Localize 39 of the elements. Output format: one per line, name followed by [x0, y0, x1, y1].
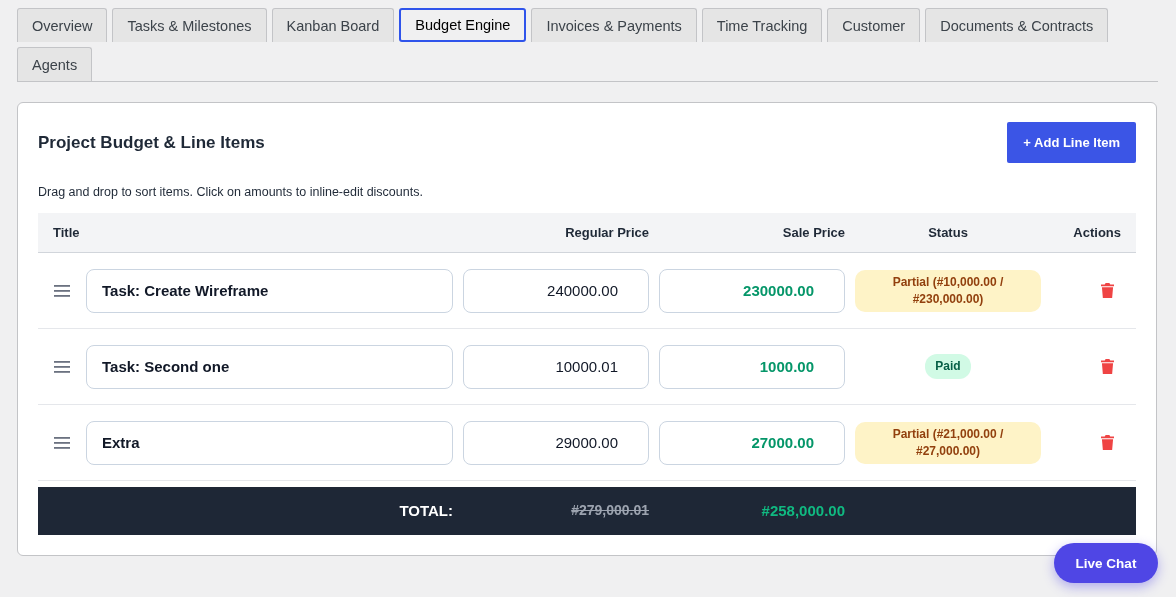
- column-header: Status: [927, 225, 969, 240]
- total-regular-price: #279,000.01: [570, 502, 649, 518]
- status-badge: Paid: [925, 354, 971, 379]
- column-header: Actions: [1072, 225, 1122, 240]
- regular-price-input[interactable]: 29000.00: [463, 420, 649, 465]
- delete-icon[interactable]: [1101, 359, 1114, 374]
- status-badge: Partial (#10,000.00 / #230,000.00): [855, 269, 1041, 312]
- hint-text: Drag and drop to sort items. Click on amounts to inline-edit discounts.: [38, 185, 424, 199]
- add-line-item-button[interactable]: + Add Line Item: [1007, 122, 1136, 163]
- title-input[interactable]: Task: Second one: [86, 344, 453, 389]
- drag-handle-icon[interactable]: [54, 360, 70, 373]
- sale-price-input[interactable]: 1000.00: [659, 344, 845, 389]
- tab[interactable]: Tasks & Milestones: [112, 8, 267, 42]
- sale-price-input[interactable]: 27000.00: [659, 420, 845, 465]
- column-header: Title: [52, 225, 81, 240]
- title-input[interactable]: Extra: [86, 420, 453, 465]
- drag-handle-icon[interactable]: [54, 436, 70, 449]
- status-badge: Partial (#21,000.00 / #27,000.00): [855, 421, 1041, 464]
- tab[interactable]: Customer: [827, 8, 921, 42]
- tab[interactable]: Invoices & Payments: [531, 8, 697, 42]
- regular-price-input[interactable]: 240000.00: [463, 268, 649, 313]
- regular-price-input[interactable]: 10000.01: [463, 344, 649, 389]
- drag-handle-icon[interactable]: [54, 284, 70, 297]
- tab[interactable]: Kanban Board: [271, 8, 395, 42]
- column-header: Regular Price: [564, 225, 649, 240]
- column-header: Sale Price: [781, 225, 845, 240]
- delete-icon[interactable]: [1101, 283, 1114, 298]
- total-sale-price: #258,000.00: [760, 502, 845, 519]
- sale-price-input[interactable]: 230000.00: [659, 268, 845, 313]
- card-title: Project Budget & Line Items: [38, 132, 265, 153]
- tab[interactable]: Overview: [17, 8, 108, 42]
- tab[interactable]: Documents & Contracts: [925, 8, 1109, 42]
- delete-icon[interactable]: [1101, 435, 1114, 450]
- tab[interactable]: Agents: [17, 47, 93, 81]
- tab[interactable]: Budget Engine: [399, 8, 527, 42]
- live-chat-button[interactable]: Live Chat: [1054, 543, 1158, 583]
- total-label: TOTAL:: [398, 502, 453, 519]
- title-input[interactable]: Task: Create Wireframe: [86, 268, 453, 313]
- tab[interactable]: Time Tracking: [701, 8, 823, 42]
